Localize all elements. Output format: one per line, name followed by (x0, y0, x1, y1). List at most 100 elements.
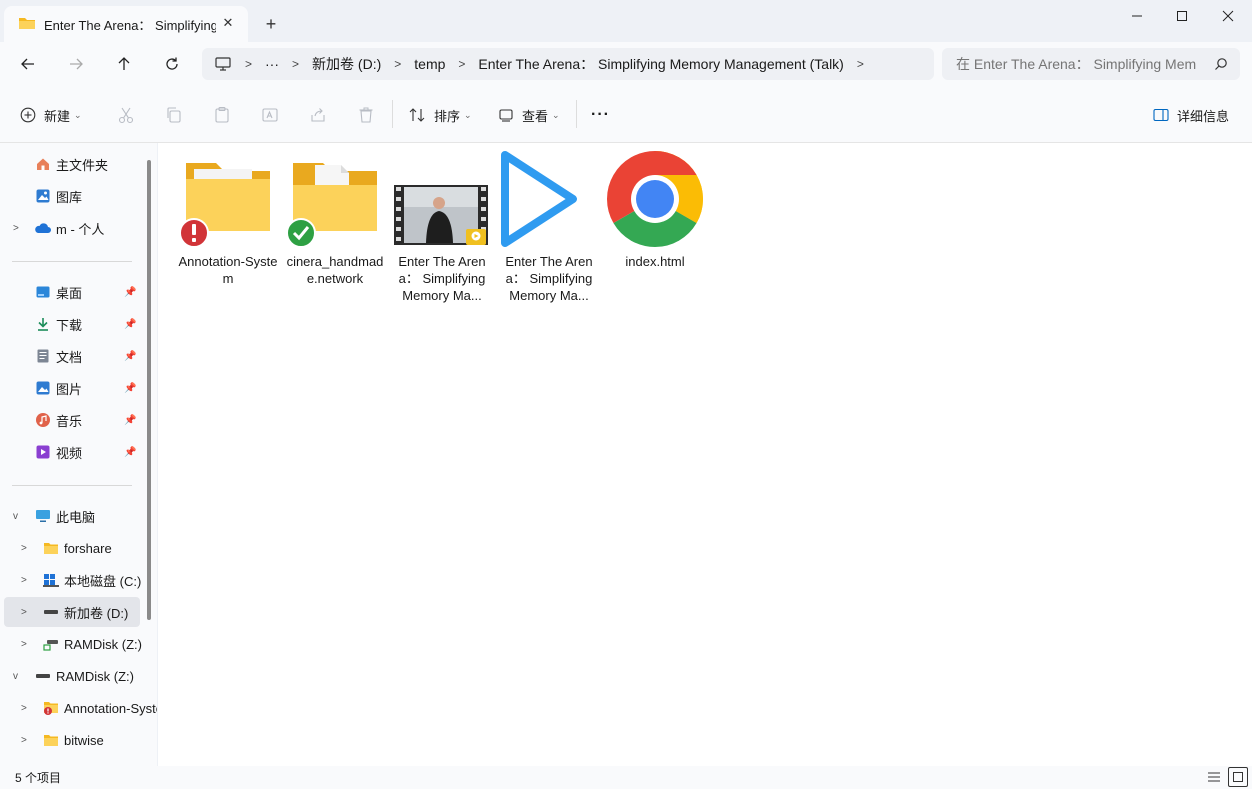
breadcrumb-drive-d[interactable]: 新加卷 (D:) (312, 54, 381, 74)
drive-icon (42, 603, 60, 621)
paste-button[interactable] (211, 104, 233, 126)
sidebar-item-downloads[interactable]: 下载 📌 (4, 309, 140, 339)
chevron-right-icon[interactable]: > (458, 57, 465, 71)
delete-button[interactable] (355, 104, 377, 126)
sidebar-item-label: forshare (64, 540, 112, 556)
sidebar-item-ramdisk-network[interactable]: > RAMDisk (Z:) (4, 629, 142, 659)
sidebar-divider (12, 261, 132, 262)
pin-icon[interactable]: 📌 (124, 351, 136, 362)
maximize-button[interactable] (1159, 0, 1205, 32)
sidebar-item-pictures[interactable]: 图片 📌 (4, 373, 140, 403)
search-box[interactable] (942, 48, 1240, 80)
sidebar-scrollbar[interactable] (147, 160, 151, 620)
copy-button[interactable] (163, 104, 185, 126)
sort-button[interactable]: 排序 ⌄ (408, 100, 472, 130)
pin-icon[interactable]: 📌 (124, 415, 136, 426)
sidebar-item-drive-c[interactable]: > 本地磁盘 (C:) (4, 565, 141, 595)
file-item-video[interactable]: Enter The Arena： Simplifying Memory Ma..… (392, 149, 492, 319)
back-button[interactable] (12, 48, 44, 80)
sidebar-item-annotation-system[interactable]: > Annotation-System (4, 693, 157, 723)
pin-icon[interactable]: 📌 (124, 447, 136, 458)
sort-icon (408, 107, 426, 123)
tab-title: Enter The Arena： Simplifying (44, 17, 216, 33)
breadcrumb-temp[interactable]: temp (414, 56, 445, 72)
pin-icon[interactable]: 📌 (124, 383, 136, 394)
sidebar-item-label: Annotation-System (64, 700, 157, 716)
sidebar-item-label: 图库 (56, 189, 83, 205)
trash-icon (359, 107, 373, 123)
sidebar-item-home[interactable]: 主文件夹 (4, 149, 140, 179)
computer-icon (214, 56, 232, 72)
sidebar-item-bitwise[interactable]: > bitwise (4, 725, 140, 755)
view-button[interactable]: 查看 ⌄ (498, 100, 560, 130)
status-bar: 5 个项目 (0, 766, 1252, 789)
scissors-icon (118, 107, 134, 124)
pin-icon[interactable]: 📌 (124, 287, 136, 298)
new-button-label: 新建 (44, 108, 71, 124)
forward-button[interactable] (60, 48, 92, 80)
sidebar-item-videos[interactable]: 视频 📌 (4, 437, 140, 467)
close-window-button[interactable] (1205, 0, 1251, 32)
chevron-right-icon[interactable]: > (292, 57, 299, 71)
chevron-right-icon[interactable]: > (21, 575, 27, 586)
refresh-button[interactable] (156, 48, 188, 80)
folder-synced-icon (285, 149, 385, 253)
share-button[interactable] (307, 104, 329, 126)
details-view-button[interactable] (1204, 767, 1224, 787)
chevron-right-icon[interactable]: > (245, 57, 252, 71)
chevron-right-icon[interactable]: > (21, 703, 27, 714)
file-item-cinera[interactable]: cinera_handmade.network (285, 149, 385, 289)
sidebar-item-desktop[interactable]: 桌面 📌 (4, 277, 140, 307)
sidebar-item-forshare[interactable]: > forshare (4, 533, 140, 563)
search-input[interactable] (956, 56, 1206, 72)
breadcrumb-more[interactable]: ··· (265, 56, 279, 72)
music-icon (34, 411, 52, 429)
new-tab-button[interactable]: + (260, 13, 282, 35)
file-item-index-html[interactable]: index.html (605, 149, 705, 279)
chevron-down-icon[interactable]: v (13, 671, 18, 682)
toolbar-divider (392, 100, 393, 128)
sidebar-item-gallery[interactable]: 图库 (4, 181, 140, 211)
chevron-right-icon[interactable]: > (13, 223, 19, 234)
cut-button[interactable] (115, 104, 137, 126)
minimize-button[interactable] (1114, 0, 1160, 32)
gallery-icon (34, 187, 52, 205)
sidebar-item-music[interactable]: 音乐 📌 (4, 405, 140, 435)
chevron-down-icon[interactable]: v (13, 511, 18, 522)
details-button-label: 详细信息 (1177, 108, 1230, 124)
sidebar-item-this-pc[interactable]: v 此电脑 (4, 501, 140, 531)
rename-button[interactable] (259, 104, 281, 126)
folder-error-icon (42, 699, 60, 717)
address-bar[interactable]: > ··· > 新加卷 (D:) > temp > Enter The Aren… (202, 48, 934, 80)
up-button[interactable] (108, 48, 140, 80)
chevron-right-icon[interactable]: > (21, 639, 27, 650)
file-name: cinera_handmade.network (286, 254, 384, 286)
file-name: index.html (625, 254, 685, 269)
details-button[interactable]: 详细信息 (1153, 100, 1229, 130)
sidebar-item-ramdisk[interactable]: v RAMDisk (Z:) (4, 661, 140, 691)
sidebar-item-label: 视频 (56, 445, 83, 461)
new-button[interactable]: 新建 ⌄ (20, 100, 82, 130)
thumbnail-view-button[interactable] (1228, 767, 1248, 787)
video-icon (34, 443, 52, 461)
chevron-right-icon[interactable]: > (21, 543, 27, 554)
chevron-right-icon[interactable]: > (857, 57, 864, 71)
arrow-left-icon (21, 58, 34, 70)
chevron-right-icon[interactable]: > (21, 607, 27, 618)
sidebar-item-drive-d[interactable]: > 新加卷 (D:) (4, 597, 140, 627)
item-count: 5 个项目 (15, 771, 62, 785)
sidebar-item-label: 文档 (56, 349, 83, 365)
windows-drive-icon (42, 571, 60, 589)
more-options-button[interactable]: ··· (591, 100, 610, 130)
file-item-annotation-system[interactable]: Annotation-System (178, 149, 278, 289)
chevron-right-icon[interactable]: > (394, 57, 401, 71)
file-item-playlist[interactable]: Enter The Arena： Simplifying Memory Ma..… (499, 149, 599, 319)
tab-current[interactable]: Enter The Arena： Simplifying ✕ (4, 6, 248, 42)
tab-close-icon[interactable]: ✕ (220, 15, 236, 31)
pin-icon[interactable]: 📌 (124, 319, 136, 330)
breadcrumb-current-folder[interactable]: Enter The Arena： Simplifying Memory Mana… (478, 54, 843, 74)
chevron-right-icon[interactable]: > (21, 735, 27, 746)
sidebar-item-documents[interactable]: 文档 📌 (4, 341, 140, 371)
sidebar-item-onedrive[interactable]: > m - 个人 (4, 213, 140, 243)
file-name: Annotation-System (178, 254, 278, 286)
